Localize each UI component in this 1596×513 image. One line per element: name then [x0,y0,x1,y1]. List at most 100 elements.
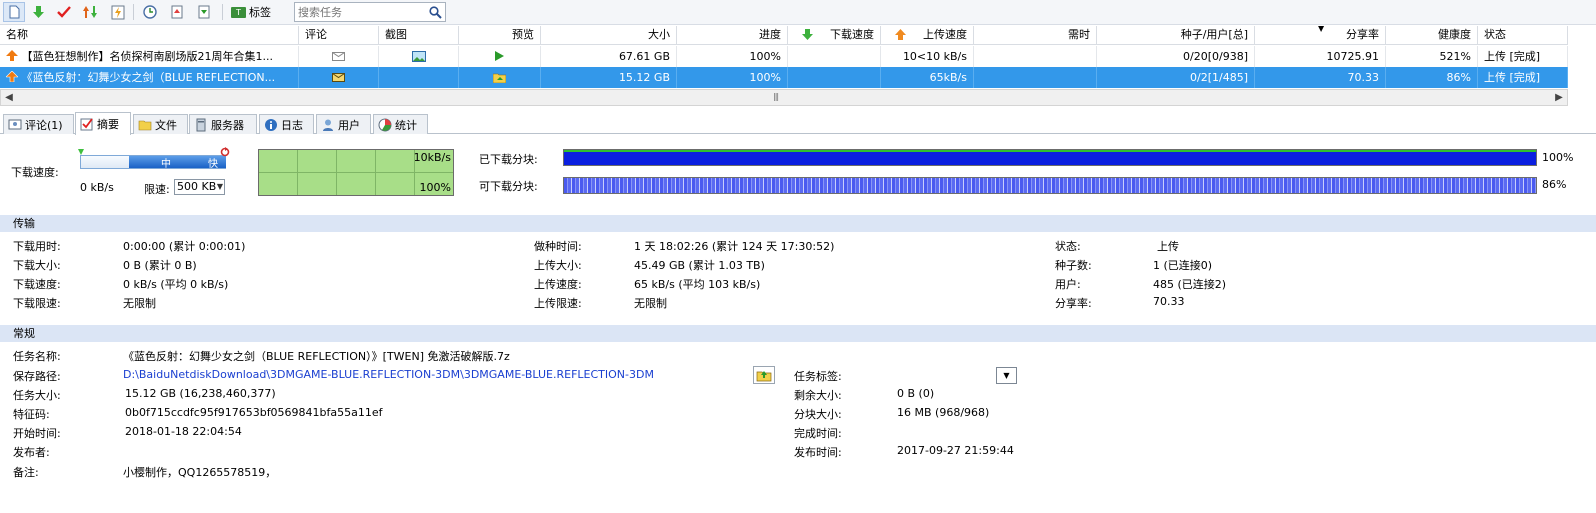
tag-button[interactable]: T 标签 [231,3,271,21]
column-header-down-speed[interactable]: 下载速度 [788,26,881,45]
speed-limit-select[interactable]: 500 KB ▼ [174,179,225,195]
upload-size-label: 上传大小: [534,259,582,272]
save-path-link[interactable]: D:\BaiduNetdiskDownload\3DMGAME-BLUE.REF… [123,368,654,381]
hash-value: 0b0f715ccdfc95f917653bf0569841bfa55a11ef [125,406,383,419]
tab-stats[interactable]: 统计 [373,114,428,134]
upload-speed-value: 65 kB/s (平均 103 kB/s) [634,278,761,291]
start-time-label: 开始时间: [13,427,61,440]
task-size-value: 15.12 GB (16,238,460,377) [125,387,276,400]
task-tag-label: 任务标签: [794,370,842,383]
finish-time-label: 完成时间: [794,427,842,440]
export-icon[interactable] [193,2,215,22]
task-row-selected[interactable]: 《蓝色反射：幻舞少女之剑（BLUE REFLECTION... 15.12 GB… [0,67,1568,88]
tab-comments[interactable]: 评论(1) [3,114,74,134]
envelope-icon[interactable] [332,52,345,61]
search-icon[interactable] [429,6,442,19]
piece-size-label: 分块大小: [794,408,842,421]
new-task-icon[interactable] [3,2,25,22]
task-up-speed: 65kB/s [881,67,974,88]
task-name-label: 任务名称: [13,350,61,363]
tab-users[interactable]: 用户 [316,114,371,134]
download-icon[interactable] [27,2,49,22]
image-icon[interactable] [411,51,426,62]
task-name: 《蓝色反射：幻舞少女之剑（BLUE REFLECTION... [21,71,276,84]
task-health: 521% [1386,46,1478,67]
task-down-speed [788,67,881,88]
task-share-ratio: 70.33 [1255,67,1386,88]
seeds-value: 1 (已连接0) [1153,259,1213,272]
schedule-icon[interactable] [139,2,161,22]
column-header-seeds-users[interactable]: 种子/用户[总] [1097,26,1255,45]
remaining-size-label: 剩余大小: [794,389,842,402]
user-icon [323,119,333,131]
column-header-screenshot[interactable]: 截图 [379,26,459,45]
scroll-thumb-grip[interactable]: ||| [773,93,783,101]
ratio-label: 分享率: [1055,297,1092,310]
column-header-share-ratio[interactable]: ▼ 分享率 [1255,26,1386,45]
task-time-left [974,67,1097,88]
column-header-name[interactable]: 名称 [0,26,299,45]
refresh-icon[interactable] [219,147,231,157]
column-header-up-speed[interactable]: 上传速度 [881,26,974,45]
stats-icon [378,118,392,131]
scroll-left-icon[interactable]: ◀ [1,90,17,105]
task-row[interactable]: 【蓝色狂想制作】名侦探柯南剧场版21周年合集1... 67.61 GB 100%… [0,46,1568,67]
start-time-value: 2018-01-18 22:04:54 [125,425,242,438]
column-header-comment[interactable]: 评论 [299,26,379,45]
task-size: 15.12 GB [541,67,677,88]
task-tag-dropdown[interactable]: ▼ [996,367,1017,384]
check-icon[interactable] [53,2,75,22]
tab-log[interactable]: 日志 [259,114,314,134]
upload-limit-label: 上传限速: [534,297,582,310]
envelope-icon[interactable] [332,73,345,82]
import-icon[interactable] [166,2,188,22]
lightning-icon[interactable] [107,2,129,22]
download-speed-label: 下载速度: [11,166,59,179]
task-health: 86% [1386,67,1478,88]
open-folder-button[interactable] [753,366,775,384]
upload-speed-label: 上传速度: [534,278,582,291]
remaining-size-value: 0 B (0) [897,387,935,400]
task-up-speed: 10<10 kB/s [881,46,974,67]
tab-files[interactable]: 文件 [133,114,188,134]
downloaded-pieces-pct: 100% [1542,151,1574,164]
column-header-time-left[interactable]: 需时 [974,26,1097,45]
download-time-value: 0:00:00 (累计 0:00:01) [123,240,246,253]
horizontal-scrollbar[interactable]: ◀ ||| ▶ [0,89,1568,106]
scroll-right-icon[interactable]: ▶ [1551,90,1567,105]
save-path-label: 保存路径: [13,370,61,383]
piece-size-value: 16 MB (968/968) [897,406,990,419]
task-name-value: 《蓝色反射：幻舞少女之剑（BLUE REFLECTION）》[TWEN] 免激活… [123,350,510,363]
status-label: 状态: [1055,240,1081,253]
seeds-label: 种子数: [1055,259,1092,272]
downloaded-pieces-label: 已下载分块: [479,153,538,166]
column-header-preview[interactable]: 预览 [459,26,541,45]
status-value: 上传 [1157,240,1179,253]
arrow-down-icon [802,29,813,40]
preview-folder-icon[interactable] [492,71,507,84]
column-header-size[interactable]: 大小 [541,26,677,45]
arrow-up-icon [895,29,906,40]
task-size: 67.61 GB [541,46,677,67]
play-icon[interactable] [495,51,504,61]
speed-graph: 10kB/s 100% [258,149,454,196]
column-header-status[interactable]: 状态 [1478,26,1568,45]
general-section-header: 常规 [0,325,1596,342]
download-size-value: 0 B (累计 0 B) [123,259,197,272]
column-header-health[interactable]: 健康度 [1386,26,1478,45]
priority-icon[interactable] [80,2,102,22]
users-label: 用户: [1055,278,1081,291]
seed-time-label: 做种时间: [534,240,582,253]
slider-mid-label: 中 [161,159,171,170]
slider-knob-icon[interactable] [78,149,84,155]
users-value: 485 (已连接2) [1153,278,1227,291]
upload-size-value: 45.49 GB (累计 1.03 TB) [634,259,765,272]
tag-label: 标签 [249,6,271,19]
tab-servers[interactable]: 服务器 [189,114,257,134]
speed-limit-value: 500 KB [177,180,217,193]
column-header-progress[interactable]: 进度 [677,26,788,45]
tab-summary[interactable]: 摘要 [75,112,131,135]
toolbar: T 标签 [0,0,1596,25]
search-input[interactable] [295,3,423,21]
speed-slider[interactable]: 中 快 [78,147,230,170]
